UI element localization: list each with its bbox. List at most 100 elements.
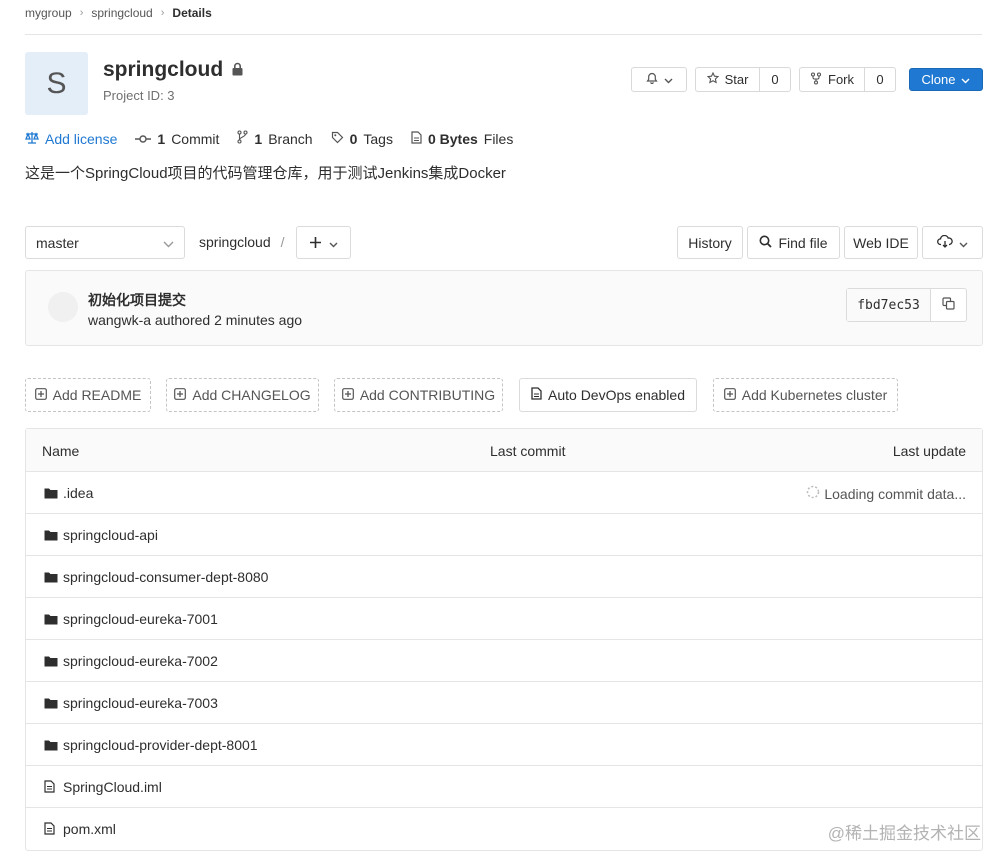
table-row[interactable]: SpringCloud.iml — [26, 766, 982, 808]
tags-label: Tags — [363, 130, 393, 147]
file-icon — [411, 130, 422, 147]
project-stats: Add license 1 Commit 1 Branch 0 Tags 0 B… — [25, 130, 513, 147]
files-size-link[interactable]: 0 Bytes Files — [411, 131, 513, 147]
folder-icon — [44, 612, 58, 628]
col-last-update-header: Last update — [892, 443, 966, 459]
files-size-value: 0 Bytes — [427, 130, 478, 147]
commits-link[interactable]: 1 Commit — [135, 131, 219, 147]
tags-count: 0 — [349, 130, 358, 147]
plus-square-icon — [341, 387, 354, 403]
add-readme-label: Add README — [52, 387, 142, 403]
chevron-down-icon — [664, 72, 673, 87]
table-row[interactable]: springcloud-eureka-7001 — [26, 598, 982, 640]
table-row[interactable]: springcloud-provider-dept-8001 — [26, 724, 982, 766]
file-name[interactable]: pom.xml — [63, 821, 116, 837]
clone-label: Clone — [921, 72, 956, 87]
star-button[interactable]: Star — [696, 68, 760, 91]
file-name[interactable]: springcloud-api — [63, 527, 158, 543]
add-to-tree-dropdown[interactable] — [296, 226, 351, 259]
plus-icon — [309, 235, 321, 251]
commit-title[interactable]: 初始化项目提交 — [88, 290, 186, 310]
folder-icon — [44, 738, 58, 754]
file-name[interactable]: springcloud-eureka-7001 — [63, 611, 218, 627]
tag-icon — [331, 131, 344, 147]
path-separator: / — [280, 234, 285, 250]
repo-root-link[interactable]: springcloud — [199, 234, 271, 250]
branches-label: Branch — [268, 130, 313, 147]
table-header: Name Last commit Last update — [26, 429, 982, 472]
branch-icon — [237, 130, 248, 147]
chevron-down-icon — [329, 235, 338, 251]
table-row[interactable]: springcloud-eureka-7002 — [26, 640, 982, 682]
branch-name: master — [36, 234, 79, 251]
folder-icon — [44, 696, 58, 712]
breadcrumb: mygroup › springcloud › Details — [25, 5, 212, 21]
divider — [25, 34, 982, 35]
add-changelog-button[interactable]: Add CHANGELOG — [166, 378, 319, 412]
commits-count: 1 — [157, 130, 166, 147]
bell-icon — [645, 72, 658, 87]
breadcrumb-group[interactable]: mygroup — [25, 6, 72, 20]
clone-button[interactable]: Clone — [909, 68, 983, 91]
chevron-right-icon: › — [160, 7, 165, 19]
file-name[interactable]: .idea — [63, 485, 93, 501]
commit-author-line: wangwk-a authored 2 minutes ago — [88, 312, 303, 328]
project-avatar[interactable]: S — [25, 52, 88, 115]
project-id: Project ID: 3 — [103, 88, 175, 103]
file-name[interactable]: SpringCloud.iml — [63, 779, 162, 795]
web-ide-label: Web IDE — [853, 234, 909, 251]
table-row[interactable]: springcloud-api — [26, 514, 982, 556]
fork-button[interactable]: Fork — [800, 68, 865, 91]
fork-button-group: Fork 0 — [799, 67, 896, 92]
project-description: 这是一个SpringCloud项目的代码管理仓库，用于测试Jenkins集成Do… — [25, 165, 506, 182]
branches-link[interactable]: 1 Branch — [237, 130, 313, 147]
table-row[interactable]: springcloud-consumer-dept-8080 — [26, 556, 982, 598]
file-icon — [44, 822, 55, 838]
add-kubernetes-cluster-button[interactable]: Add Kubernetes cluster — [713, 378, 898, 412]
branch-dropdown[interactable]: master — [25, 226, 185, 259]
chevron-down-icon — [163, 235, 174, 251]
add-contributing-button[interactable]: Add CONTRIBUTING — [334, 378, 503, 412]
add-readme-button[interactable]: Add README — [25, 378, 151, 412]
plus-square-icon — [174, 387, 187, 403]
folder-icon — [44, 654, 58, 670]
table-row[interactable]: springcloud-eureka-7003 — [26, 682, 982, 724]
file-name[interactable]: springcloud-consumer-dept-8080 — [63, 569, 268, 585]
file-name[interactable]: springcloud-eureka-7002 — [63, 653, 218, 669]
star-count[interactable]: 0 — [760, 68, 790, 91]
fork-count[interactable]: 0 — [865, 68, 895, 91]
history-label: History — [688, 234, 732, 251]
file-name[interactable]: springcloud-provider-dept-8001 — [63, 737, 258, 753]
search-icon — [759, 235, 773, 251]
copy-sha-button[interactable] — [931, 289, 966, 321]
breadcrumb-current[interactable]: Details — [172, 6, 211, 20]
spinner-icon — [806, 485, 820, 502]
table-row[interactable]: .idea Loading commit data... — [26, 472, 982, 514]
add-kubernetes-label: Add Kubernetes cluster — [741, 387, 888, 403]
add-license-link[interactable]: Add license — [25, 131, 117, 147]
breadcrumb-project[interactable]: springcloud — [91, 6, 152, 20]
file-name[interactable]: springcloud-eureka-7003 — [63, 695, 218, 711]
find-file-button[interactable]: Find file — [747, 226, 840, 259]
project-name[interactable]: springcloud — [103, 58, 223, 82]
chevron-down-icon — [959, 235, 968, 251]
folder-icon — [44, 570, 58, 586]
history-button[interactable]: History — [677, 226, 743, 259]
notification-dropdown-button[interactable] — [631, 67, 687, 92]
add-license-label: Add license — [45, 130, 118, 147]
find-file-label: Find file — [778, 234, 828, 251]
auto-devops-button[interactable]: Auto DevOps enabled — [519, 378, 697, 412]
commit-sha[interactable]: fbd7ec53 — [847, 289, 931, 321]
plus-square-icon — [723, 387, 736, 403]
plus-square-icon — [34, 387, 47, 403]
tags-link[interactable]: 0 Tags — [331, 131, 393, 147]
file-icon — [44, 780, 55, 796]
auto-devops-label: Auto DevOps enabled — [548, 387, 685, 403]
files-size-label: Files — [483, 130, 514, 147]
col-last-commit-header: Last commit — [490, 443, 566, 459]
download-dropdown-button[interactable] — [922, 226, 983, 259]
loading-text: Loading commit data... — [824, 485, 966, 502]
fork-label: Fork — [828, 72, 854, 87]
commit-author-avatar[interactable] — [48, 292, 78, 322]
web-ide-button[interactable]: Web IDE — [844, 226, 918, 259]
